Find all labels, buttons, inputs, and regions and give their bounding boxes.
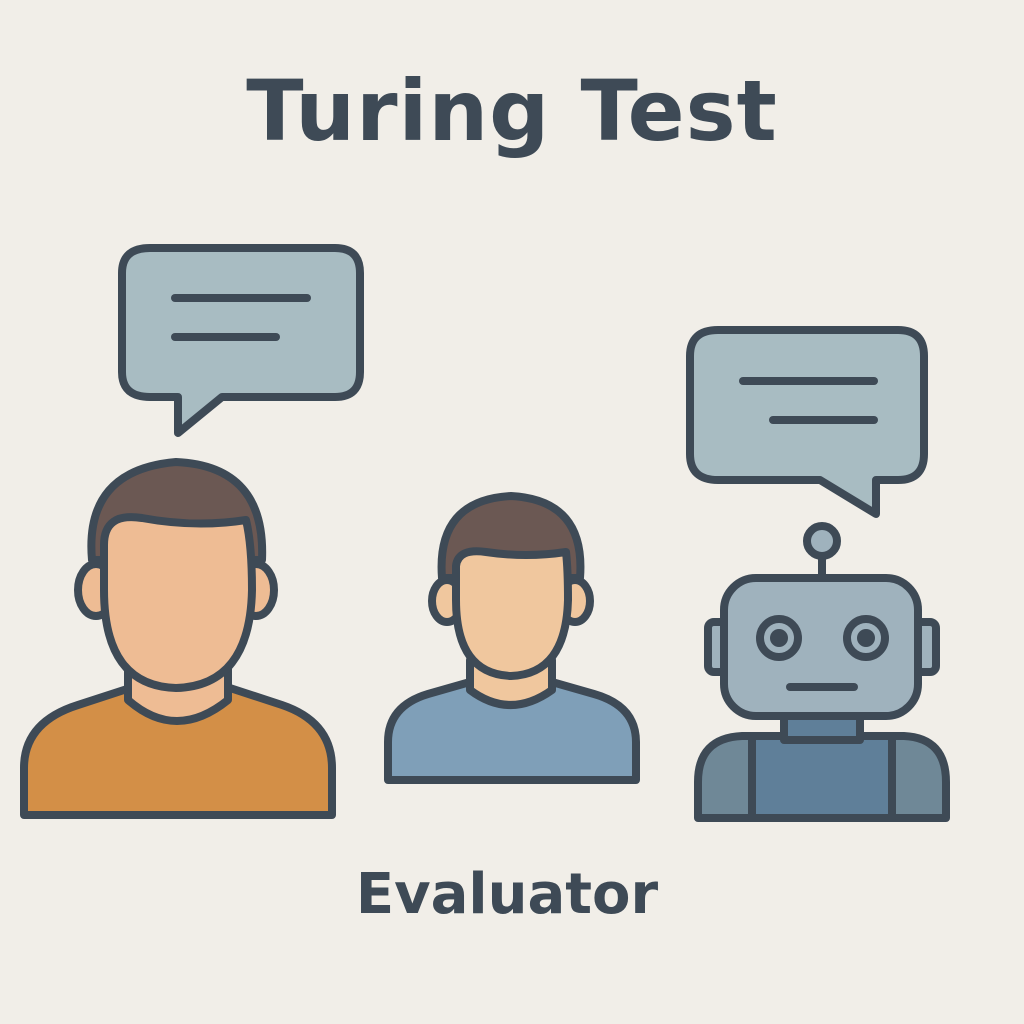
human-speech-bubble-icon: [118, 244, 364, 437]
human-person-icon: [20, 458, 336, 819]
turing-test-diagram: Turing Test Evaluator: [0, 0, 1024, 1024]
robot-speech-bubble-icon: [686, 326, 928, 518]
evaluator-person-icon: [384, 492, 640, 784]
robot-icon: [694, 522, 950, 822]
evaluator-label: Evaluator: [355, 862, 659, 927]
